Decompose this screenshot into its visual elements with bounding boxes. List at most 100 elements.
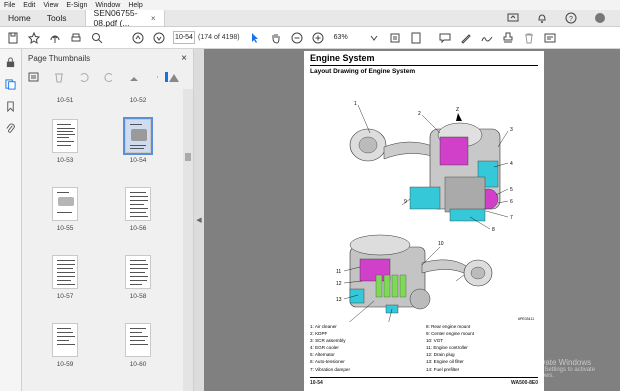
thumb-label-10-58: 10-58 (129, 293, 147, 300)
page-thumbnails-panel: Page Thumbnails × 10-51 10-52 10-53 10-5… (22, 49, 194, 391)
page-thumbnails-icon[interactable] (4, 77, 18, 91)
share-screen-icon[interactable] (506, 11, 520, 25)
legend-item-10: 10: VGT (426, 338, 444, 344)
tab-close-icon[interactable]: × (151, 14, 156, 23)
stamp-icon[interactable] (501, 31, 515, 45)
legend-item-5: 5: Alternator (310, 352, 335, 358)
page-footer-number: 10-54 (310, 380, 323, 386)
legend-item-3: 3: SCR assembly (310, 338, 346, 344)
callout-3: 3 (510, 127, 513, 133)
main-toolbar: 10-54 (174 of 4198) 63% (0, 27, 620, 49)
thumbnail-size-slider[interactable] (157, 72, 168, 82)
callout-10: 10 (438, 241, 444, 247)
thumb-label-10-57: 10-57 (56, 293, 74, 300)
callout-12: 12 (336, 281, 342, 287)
legend-item-6: 6: Auto-tensioner (310, 359, 345, 365)
thumbnail-10-59[interactable] (52, 323, 78, 357)
zoom-in-icon[interactable] (311, 31, 325, 45)
footer-rule (310, 377, 538, 378)
rotate-cw-icon[interactable] (103, 70, 115, 84)
callout-7: 7 (510, 215, 513, 221)
page-number-input[interactable]: 10-54 (173, 31, 195, 44)
page-down-icon[interactable] (152, 31, 166, 45)
heading-rule (310, 65, 538, 66)
thumb-label-10-59: 10-59 (56, 361, 74, 368)
slider-knob[interactable] (165, 72, 168, 82)
sign-icon[interactable] (480, 31, 494, 45)
thumbnail-10-60[interactable] (125, 323, 151, 357)
tab-home[interactable]: Home (0, 10, 39, 26)
fit-page-icon[interactable] (388, 31, 402, 45)
callout-5: 5 (510, 187, 513, 193)
comment-icon[interactable] (438, 31, 452, 45)
callout-9: 9 (404, 199, 407, 205)
scrollbar-thumb[interactable] (185, 153, 191, 161)
thumbnail-scrollbar[interactable] (183, 89, 193, 391)
rotate-ccw-icon[interactable] (78, 70, 90, 84)
thumb-label-10-56: 10-56 (129, 225, 147, 232)
zoom-dropdown-icon[interactable] (367, 31, 381, 45)
account-icon[interactable] (593, 11, 607, 25)
menu-file[interactable]: File (4, 2, 15, 9)
options-menu-icon[interactable] (28, 70, 40, 84)
zoom-out-icon[interactable] (290, 31, 304, 45)
save-icon[interactable] (6, 31, 20, 45)
watermark-line1: Activate Windows (528, 358, 592, 367)
thumbnail-grid: 10-51 10-52 10-53 10-54 10-55 10-56 10-5… (22, 89, 182, 391)
pdf-page: Engine System Layout Drawing of Engine S… (304, 51, 544, 391)
tab-bar: Home Tools SEN06755-08.pdf (... × ? (0, 8, 620, 28)
legend-item-13: 13: Engine oil filter (426, 359, 464, 365)
menu-esign[interactable]: E-Sign (66, 2, 87, 9)
legend-right-column: 8: Rear engine mount 9: Center engine mo… (426, 323, 474, 373)
collapse-panel-button[interactable]: ◀ (194, 49, 204, 391)
find-icon[interactable] (90, 31, 104, 45)
print-icon[interactable] (69, 31, 83, 45)
thumbnail-10-53[interactable] (52, 119, 78, 153)
notifications-icon[interactable] (535, 11, 549, 25)
lock-icon[interactable] (4, 55, 18, 69)
delete-icon[interactable] (522, 31, 536, 45)
more-tools-icon[interactable] (543, 31, 557, 45)
menu-edit[interactable]: Edit (23, 2, 35, 9)
callout-8: 8 (492, 227, 495, 233)
tab-document-label: SEN06755-08.pdf (... (93, 8, 138, 28)
panel-close-icon[interactable]: × (181, 53, 187, 64)
legend-item-1: 1: Air cleaner (310, 324, 337, 329)
bookmarks-icon[interactable] (4, 99, 18, 113)
thumbnail-10-57[interactable] (52, 255, 78, 289)
legend-item-11: 11: Engine controller (426, 345, 468, 351)
help-icon[interactable]: ? (564, 11, 578, 25)
zoom-level[interactable]: 63% (334, 31, 364, 44)
document-view[interactable]: Engine System Layout Drawing of Engine S… (204, 49, 620, 391)
menu-view[interactable]: View (43, 2, 58, 9)
legend-item-9: 9: Center engine mount (426, 331, 475, 337)
thumbnail-10-55[interactable] (52, 187, 78, 221)
page-footer-model: WA500-8E0 (511, 380, 538, 386)
large-thumb-icon[interactable] (168, 70, 180, 84)
page-up-icon[interactable] (131, 31, 145, 45)
callout-13: 13 (336, 297, 342, 303)
thumbnail-10-58[interactable] (125, 255, 151, 289)
callout-6: 6 (510, 199, 513, 205)
thumbnail-10-56[interactable] (125, 187, 151, 221)
tab-tools[interactable]: Tools (39, 10, 75, 26)
hand-tool-icon[interactable] (269, 31, 283, 45)
activate-windows-watermark: Activate Windows Go to Settings to activ… (528, 358, 618, 379)
panel-title: Page Thumbnails (28, 53, 91, 63)
thumbnail-10-54-selected[interactable] (123, 117, 153, 155)
highlight-pen-icon[interactable] (459, 31, 473, 45)
callout-4: 4 (510, 161, 513, 167)
upload-icon[interactable] (48, 31, 62, 45)
legend-item-7: 7: Vibration damper (310, 366, 351, 372)
attachments-icon[interactable] (4, 121, 18, 135)
svg-text:?: ? (569, 16, 573, 23)
bookmark-star-icon[interactable] (27, 31, 41, 45)
legend-item-12: 12: Drain plug (426, 352, 455, 358)
engine-layout-figure: Z 1 2 3 4 5 6 7 8 9 10 11 12 13 14 15 6P… (336, 101, 534, 322)
delete-pages-icon[interactable] (53, 70, 65, 84)
callout-2: 2 (418, 111, 421, 117)
select-cursor-icon[interactable] (248, 31, 262, 45)
scroll-mode-icon[interactable] (409, 31, 423, 45)
small-thumb-icon[interactable] (128, 70, 140, 84)
tab-document[interactable]: SEN06755-08.pdf (... × (84, 8, 165, 28)
